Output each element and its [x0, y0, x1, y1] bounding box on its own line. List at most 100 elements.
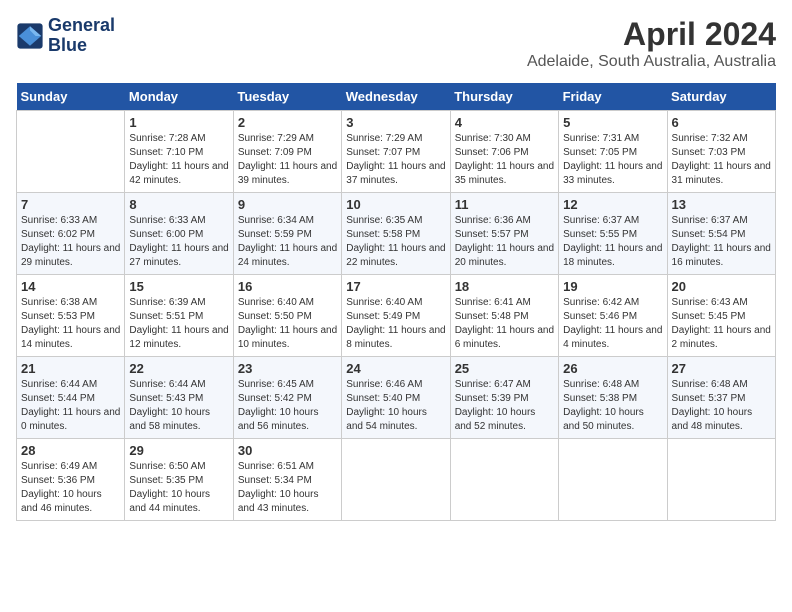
calendar-cell: 2 Sunrise: 7:29 AMSunset: 7:09 PMDaylight… [233, 111, 341, 193]
day-detail: Sunrise: 6:34 AMSunset: 5:59 PMDaylight:… [238, 214, 337, 270]
day-number: 30 [238, 443, 337, 458]
calendar-cell [450, 439, 558, 521]
day-detail: Sunrise: 6:49 AMSunset: 5:36 PMDaylight:… [21, 460, 120, 516]
calendar-cell: 20 Sunrise: 6:43 AMSunset: 5:45 PMDayligh… [667, 275, 775, 357]
day-detail: Sunrise: 6:37 AMSunset: 5:55 PMDaylight:… [563, 214, 662, 270]
calendar-cell [342, 439, 450, 521]
day-number: 26 [563, 361, 662, 376]
day-number: 10 [346, 197, 445, 212]
day-detail: Sunrise: 6:43 AMSunset: 5:45 PMDaylight:… [672, 296, 771, 352]
calendar-subtitle: Adelaide, South Australia, Australia [527, 53, 776, 71]
day-number: 24 [346, 361, 445, 376]
calendar-week: 1 Sunrise: 7:28 AMSunset: 7:10 PMDaylight… [17, 111, 776, 193]
title-area: April 2024 Adelaide, South Australia, Au… [527, 16, 776, 71]
day-number: 7 [21, 197, 120, 212]
day-number: 28 [21, 443, 120, 458]
calendar-cell: 13 Sunrise: 6:37 AMSunset: 5:54 PMDayligh… [667, 193, 775, 275]
day-number: 18 [455, 279, 554, 294]
day-detail: Sunrise: 6:41 AMSunset: 5:48 PMDaylight:… [455, 296, 554, 352]
day-detail: Sunrise: 7:31 AMSunset: 7:05 PMDaylight:… [563, 132, 662, 188]
calendar-week: 21 Sunrise: 6:44 AMSunset: 5:44 PMDayligh… [17, 357, 776, 439]
logo: General Blue [16, 16, 115, 56]
logo-icon [16, 22, 44, 50]
calendar-cell: 4 Sunrise: 7:30 AMSunset: 7:06 PMDaylight… [450, 111, 558, 193]
day-detail: Sunrise: 6:46 AMSunset: 5:40 PMDaylight:… [346, 378, 445, 434]
calendar-cell: 14Sunrise: 6:38 AMSunset: 5:53 PMDayligh… [17, 275, 125, 357]
calendar-week: 7 Sunrise: 6:33 AMSunset: 6:02 PMDaylight… [17, 193, 776, 275]
day-detail: Sunrise: 6:40 AMSunset: 5:49 PMDaylight:… [346, 296, 445, 352]
calendar-cell: 16 Sunrise: 6:40 AMSunset: 5:50 PMDayligh… [233, 275, 341, 357]
calendar-cell: 6 Sunrise: 7:32 AMSunset: 7:03 PMDaylight… [667, 111, 775, 193]
calendar-cell [17, 111, 125, 193]
calendar-cell: 8Sunrise: 6:33 AMSunset: 6:00 PMDaylight… [125, 193, 233, 275]
calendar-cell [559, 439, 667, 521]
day-detail: Sunrise: 6:50 AMSunset: 5:35 PMDaylight:… [129, 460, 228, 516]
day-detail: Sunrise: 6:45 AMSunset: 5:42 PMDaylight:… [238, 378, 337, 434]
calendar-cell: 11 Sunrise: 6:36 AMSunset: 5:57 PMDayligh… [450, 193, 558, 275]
day-detail: Sunrise: 6:42 AMSunset: 5:46 PMDaylight:… [563, 296, 662, 352]
day-number: 29 [129, 443, 228, 458]
day-detail: Sunrise: 7:32 AMSunset: 7:03 PMDaylight:… [672, 132, 771, 188]
calendar-cell: 23 Sunrise: 6:45 AMSunset: 5:42 PMDayligh… [233, 357, 341, 439]
day-number: 2 [238, 115, 337, 130]
day-number: 19 [563, 279, 662, 294]
day-detail: Sunrise: 7:29 AMSunset: 7:09 PMDaylight:… [238, 132, 337, 188]
calendar-header: SundayMondayTuesdayWednesdayThursdayFrid… [17, 83, 776, 111]
calendar-cell: 10Sunrise: 6:35 AMSunset: 5:58 PMDayligh… [342, 193, 450, 275]
weekday-header: Wednesday [342, 83, 450, 111]
day-number: 5 [563, 115, 662, 130]
day-detail: Sunrise: 6:38 AMSunset: 5:53 PMDaylight:… [21, 296, 120, 352]
calendar-cell: 26Sunrise: 6:48 AMSunset: 5:38 PMDayligh… [559, 357, 667, 439]
weekday-header: Monday [125, 83, 233, 111]
day-number: 23 [238, 361, 337, 376]
day-detail: Sunrise: 6:51 AMSunset: 5:34 PMDaylight:… [238, 460, 337, 516]
day-number: 27 [672, 361, 771, 376]
calendar-cell: 19 Sunrise: 6:42 AMSunset: 5:46 PMDayligh… [559, 275, 667, 357]
day-number: 12 [563, 197, 662, 212]
weekday-header: Sunday [17, 83, 125, 111]
day-detail: Sunrise: 6:37 AMSunset: 5:54 PMDaylight:… [672, 214, 771, 270]
calendar-cell: 22 Sunrise: 6:44 AMSunset: 5:43 PMDayligh… [125, 357, 233, 439]
day-detail: Sunrise: 6:47 AMSunset: 5:39 PMDaylight:… [455, 378, 554, 434]
calendar-title: April 2024 [527, 16, 776, 53]
day-number: 1 [129, 115, 228, 130]
day-detail: Sunrise: 7:28 AMSunset: 7:10 PMDaylight:… [129, 132, 228, 188]
day-detail: Sunrise: 7:29 AMSunset: 7:07 PMDaylight:… [346, 132, 445, 188]
calendar-week: 28 Sunrise: 6:49 AMSunset: 5:36 PMDayligh… [17, 439, 776, 521]
calendar-cell: 1 Sunrise: 7:28 AMSunset: 7:10 PMDaylight… [125, 111, 233, 193]
day-detail: Sunrise: 6:40 AMSunset: 5:50 PMDaylight:… [238, 296, 337, 352]
day-detail: Sunrise: 7:30 AMSunset: 7:06 PMDaylight:… [455, 132, 554, 188]
day-number: 4 [455, 115, 554, 130]
day-number: 6 [672, 115, 771, 130]
calendar-cell: 28 Sunrise: 6:49 AMSunset: 5:36 PMDayligh… [17, 439, 125, 521]
day-detail: Sunrise: 6:33 AMSunset: 6:00 PMDaylight:… [129, 214, 228, 270]
day-detail: Sunrise: 6:33 AMSunset: 6:02 PMDaylight:… [21, 214, 120, 270]
day-detail: Sunrise: 6:44 AMSunset: 5:44 PMDaylight:… [21, 378, 120, 434]
day-number: 9 [238, 197, 337, 212]
day-detail: Sunrise: 6:44 AMSunset: 5:43 PMDaylight:… [129, 378, 228, 434]
day-detail: Sunrise: 6:39 AMSunset: 5:51 PMDaylight:… [129, 296, 228, 352]
day-number: 21 [21, 361, 120, 376]
calendar-cell: 21 Sunrise: 6:44 AMSunset: 5:44 PMDayligh… [17, 357, 125, 439]
day-number: 22 [129, 361, 228, 376]
day-number: 25 [455, 361, 554, 376]
day-number: 13 [672, 197, 771, 212]
calendar-cell: 15Sunrise: 6:39 AMSunset: 5:51 PMDayligh… [125, 275, 233, 357]
header: General Blue April 2024 Adelaide, South … [16, 16, 776, 71]
calendar-cell [667, 439, 775, 521]
weekday-header: Saturday [667, 83, 775, 111]
calendar-cell: 29 Sunrise: 6:50 AMSunset: 5:35 PMDayligh… [125, 439, 233, 521]
logo-line2: Blue [48, 36, 115, 56]
day-number: 3 [346, 115, 445, 130]
day-detail: Sunrise: 6:36 AMSunset: 5:57 PMDaylight:… [455, 214, 554, 270]
calendar-cell: 7 Sunrise: 6:33 AMSunset: 6:02 PMDaylight… [17, 193, 125, 275]
day-number: 16 [238, 279, 337, 294]
day-detail: Sunrise: 6:48 AMSunset: 5:37 PMDaylight:… [672, 378, 771, 434]
calendar-cell: 12 Sunrise: 6:37 AMSunset: 5:55 PMDayligh… [559, 193, 667, 275]
calendar-cell: 18 Sunrise: 6:41 AMSunset: 5:48 PMDayligh… [450, 275, 558, 357]
calendar-cell: 27 Sunrise: 6:48 AMSunset: 5:37 PMDayligh… [667, 357, 775, 439]
calendar-cell: 24 Sunrise: 6:46 AMSunset: 5:40 PMDayligh… [342, 357, 450, 439]
day-number: 20 [672, 279, 771, 294]
day-number: 11 [455, 197, 554, 212]
calendar-body: 1 Sunrise: 7:28 AMSunset: 7:10 PMDaylight… [17, 111, 776, 521]
